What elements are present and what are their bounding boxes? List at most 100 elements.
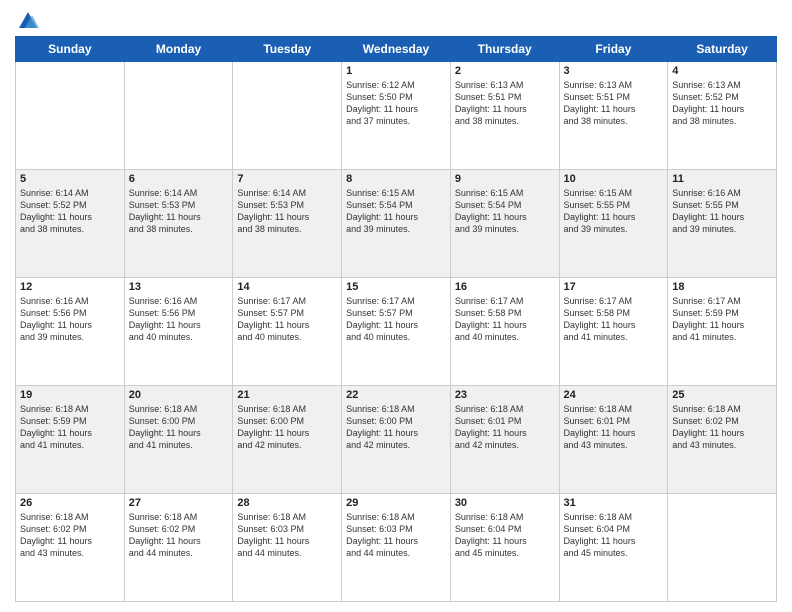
empty-cell — [233, 62, 342, 170]
day-cell-29: 29 Sunrise: 6:18 AM Sunset: 6:03 PM Dayli… — [342, 494, 451, 602]
weekday-header-monday: Monday — [124, 37, 233, 62]
day-info: Sunrise: 6:15 AM Sunset: 5:55 PM Dayligh… — [564, 187, 664, 236]
day-cell-7: 7 Sunrise: 6:14 AM Sunset: 5:53 PM Daylig… — [233, 170, 342, 278]
day-cell-21: 21 Sunrise: 6:18 AM Sunset: 6:00 PM Dayli… — [233, 386, 342, 494]
day-number: 1 — [346, 65, 446, 77]
weekday-header-wednesday: Wednesday — [342, 37, 451, 62]
day-info: Sunrise: 6:18 AM Sunset: 6:01 PM Dayligh… — [564, 403, 664, 452]
day-number: 31 — [564, 497, 664, 509]
day-number: 4 — [672, 65, 772, 77]
weekday-header-tuesday: Tuesday — [233, 37, 342, 62]
day-info: Sunrise: 6:18 AM Sunset: 5:59 PM Dayligh… — [20, 403, 120, 452]
page: SundayMondayTuesdayWednesdayThursdayFrid… — [0, 0, 792, 612]
day-number: 14 — [237, 281, 337, 293]
day-cell-27: 27 Sunrise: 6:18 AM Sunset: 6:02 PM Dayli… — [124, 494, 233, 602]
day-info: Sunrise: 6:18 AM Sunset: 6:04 PM Dayligh… — [455, 511, 555, 560]
weekday-header-row: SundayMondayTuesdayWednesdayThursdayFrid… — [16, 37, 777, 62]
day-cell-2: 2 Sunrise: 6:13 AM Sunset: 5:51 PM Daylig… — [450, 62, 559, 170]
empty-cell — [124, 62, 233, 170]
day-info: Sunrise: 6:18 AM Sunset: 6:02 PM Dayligh… — [672, 403, 772, 452]
day-number: 30 — [455, 497, 555, 509]
day-cell-17: 17 Sunrise: 6:17 AM Sunset: 5:58 PM Dayli… — [559, 278, 668, 386]
day-info: Sunrise: 6:17 AM Sunset: 5:57 PM Dayligh… — [237, 295, 337, 344]
day-cell-6: 6 Sunrise: 6:14 AM Sunset: 5:53 PM Daylig… — [124, 170, 233, 278]
day-info: Sunrise: 6:16 AM Sunset: 5:56 PM Dayligh… — [129, 295, 229, 344]
day-info: Sunrise: 6:17 AM Sunset: 5:59 PM Dayligh… — [672, 295, 772, 344]
day-cell-1: 1 Sunrise: 6:12 AM Sunset: 5:50 PM Daylig… — [342, 62, 451, 170]
logo — [15, 10, 39, 28]
day-info: Sunrise: 6:13 AM Sunset: 5:51 PM Dayligh… — [455, 79, 555, 128]
day-number: 12 — [20, 281, 120, 293]
day-number: 15 — [346, 281, 446, 293]
day-cell-12: 12 Sunrise: 6:16 AM Sunset: 5:56 PM Dayli… — [16, 278, 125, 386]
day-info: Sunrise: 6:16 AM Sunset: 5:56 PM Dayligh… — [20, 295, 120, 344]
day-info: Sunrise: 6:17 AM Sunset: 5:58 PM Dayligh… — [564, 295, 664, 344]
day-number: 19 — [20, 389, 120, 401]
empty-cell — [16, 62, 125, 170]
day-info: Sunrise: 6:15 AM Sunset: 5:54 PM Dayligh… — [455, 187, 555, 236]
day-info: Sunrise: 6:16 AM Sunset: 5:55 PM Dayligh… — [672, 187, 772, 236]
day-number: 2 — [455, 65, 555, 77]
week-row-1: 1 Sunrise: 6:12 AM Sunset: 5:50 PM Daylig… — [16, 62, 777, 170]
day-number: 26 — [20, 497, 120, 509]
day-info: Sunrise: 6:18 AM Sunset: 6:00 PM Dayligh… — [129, 403, 229, 452]
header — [15, 10, 777, 28]
day-cell-13: 13 Sunrise: 6:16 AM Sunset: 5:56 PM Dayli… — [124, 278, 233, 386]
day-cell-31: 31Sunrise: 6:18 AM Sunset: 6:04 PM Dayli… — [559, 494, 668, 602]
day-info: Sunrise: 6:18 AM Sunset: 6:00 PM Dayligh… — [237, 403, 337, 452]
day-info: Sunrise: 6:18 AM Sunset: 6:02 PM Dayligh… — [129, 511, 229, 560]
day-cell-15: 15Sunrise: 6:17 AM Sunset: 5:57 PM Dayli… — [342, 278, 451, 386]
day-cell-11: 11 Sunrise: 6:16 AM Sunset: 5:55 PM Dayli… — [668, 170, 777, 278]
day-number: 6 — [129, 173, 229, 185]
calendar-table: SundayMondayTuesdayWednesdayThursdayFrid… — [15, 36, 777, 602]
day-number: 5 — [20, 173, 120, 185]
day-number: 28 — [237, 497, 337, 509]
day-cell-10: 10 Sunrise: 6:15 AM Sunset: 5:55 PM Dayli… — [559, 170, 668, 278]
day-info: Sunrise: 6:18 AM Sunset: 6:02 PM Dayligh… — [20, 511, 120, 560]
day-info: Sunrise: 6:18 AM Sunset: 6:03 PM Dayligh… — [346, 511, 446, 560]
day-number: 17 — [564, 281, 664, 293]
day-info: Sunrise: 6:14 AM Sunset: 5:53 PM Dayligh… — [237, 187, 337, 236]
day-info: Sunrise: 6:13 AM Sunset: 5:52 PM Dayligh… — [672, 79, 772, 128]
day-cell-19: 19 Sunrise: 6:18 AM Sunset: 5:59 PM Dayli… — [16, 386, 125, 494]
day-number: 24 — [564, 389, 664, 401]
day-number: 7 — [237, 173, 337, 185]
day-number: 29 — [346, 497, 446, 509]
day-number: 11 — [672, 173, 772, 185]
day-info: Sunrise: 6:15 AM Sunset: 5:54 PM Dayligh… — [346, 187, 446, 236]
weekday-header-saturday: Saturday — [668, 37, 777, 62]
day-cell-28: 28Sunrise: 6:18 AM Sunset: 6:03 PM Dayli… — [233, 494, 342, 602]
day-cell-26: 26 Sunrise: 6:18 AM Sunset: 6:02 PM Dayli… — [16, 494, 125, 602]
day-number: 23 — [455, 389, 555, 401]
day-cell-24: 24 Sunrise: 6:18 AM Sunset: 6:01 PM Dayli… — [559, 386, 668, 494]
day-cell-3: 3Sunrise: 6:13 AM Sunset: 5:51 PM Daylig… — [559, 62, 668, 170]
day-cell-8: 8 Sunrise: 6:15 AM Sunset: 5:54 PM Daylig… — [342, 170, 451, 278]
day-cell-30: 30 Sunrise: 6:18 AM Sunset: 6:04 PM Dayli… — [450, 494, 559, 602]
day-cell-18: 18 Sunrise: 6:17 AM Sunset: 5:59 PM Dayli… — [668, 278, 777, 386]
day-info: Sunrise: 6:14 AM Sunset: 5:52 PM Dayligh… — [20, 187, 120, 236]
logo-icon — [17, 10, 39, 32]
day-info: Sunrise: 6:18 AM Sunset: 6:01 PM Dayligh… — [455, 403, 555, 452]
weekday-header-friday: Friday — [559, 37, 668, 62]
day-number: 22 — [346, 389, 446, 401]
day-cell-23: 23 Sunrise: 6:18 AM Sunset: 6:01 PM Dayli… — [450, 386, 559, 494]
day-cell-16: 16Sunrise: 6:17 AM Sunset: 5:58 PM Dayli… — [450, 278, 559, 386]
day-cell-22: 22Sunrise: 6:18 AM Sunset: 6:00 PM Dayli… — [342, 386, 451, 494]
weekday-header-sunday: Sunday — [16, 37, 125, 62]
day-number: 3 — [564, 65, 664, 77]
day-info: Sunrise: 6:14 AM Sunset: 5:53 PM Dayligh… — [129, 187, 229, 236]
empty-cell — [668, 494, 777, 602]
day-info: Sunrise: 6:12 AM Sunset: 5:50 PM Dayligh… — [346, 79, 446, 128]
day-number: 13 — [129, 281, 229, 293]
day-number: 8 — [346, 173, 446, 185]
week-row-2: 5 Sunrise: 6:14 AM Sunset: 5:52 PM Daylig… — [16, 170, 777, 278]
week-row-3: 12 Sunrise: 6:16 AM Sunset: 5:56 PM Dayli… — [16, 278, 777, 386]
day-number: 27 — [129, 497, 229, 509]
day-cell-9: 9Sunrise: 6:15 AM Sunset: 5:54 PM Daylig… — [450, 170, 559, 278]
day-number: 10 — [564, 173, 664, 185]
day-number: 18 — [672, 281, 772, 293]
week-row-5: 26 Sunrise: 6:18 AM Sunset: 6:02 PM Dayli… — [16, 494, 777, 602]
day-number: 21 — [237, 389, 337, 401]
day-cell-14: 14 Sunrise: 6:17 AM Sunset: 5:57 PM Dayli… — [233, 278, 342, 386]
day-number: 25 — [672, 389, 772, 401]
